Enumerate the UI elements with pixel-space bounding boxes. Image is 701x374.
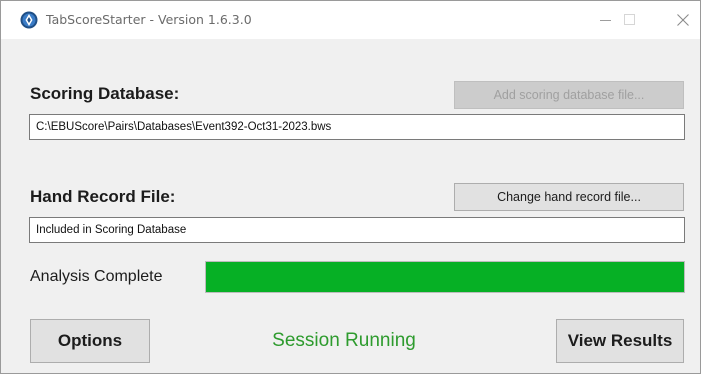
- hand-record-field[interactable]: Included in Scoring Database: [29, 217, 685, 243]
- session-status: Session Running: [272, 330, 416, 351]
- maximize-icon: [624, 14, 635, 25]
- add-scoring-database-button[interactable]: Add scoring database file...: [454, 81, 684, 109]
- scoring-database-label: Scoring Database:: [30, 84, 180, 103]
- change-hand-record-button[interactable]: Change hand record file...: [454, 183, 684, 211]
- title-bar: TabScoreStarter - Version 1.6.3.0: [1, 1, 700, 39]
- view-results-button[interactable]: View Results: [556, 319, 684, 363]
- window-title: TabScoreStarter - Version 1.6.3.0: [46, 12, 252, 27]
- close-button[interactable]: [660, 1, 701, 39]
- maximize-button[interactable]: [607, 1, 653, 39]
- analysis-progress-bar: [205, 261, 685, 293]
- options-button[interactable]: Options: [30, 319, 150, 363]
- scoring-database-path-field[interactable]: C:\EBUScore\Pairs\Databases\Event392-Oct…: [29, 114, 685, 140]
- app-logo-icon: [20, 11, 38, 29]
- app-window: TabScoreStarter - Version 1.6.3.0 Scorin…: [0, 0, 701, 374]
- analysis-status-label: Analysis Complete: [30, 268, 163, 285]
- close-icon: [677, 14, 689, 26]
- analysis-progress-fill: [206, 262, 684, 292]
- hand-record-label: Hand Record File:: [30, 187, 176, 206]
